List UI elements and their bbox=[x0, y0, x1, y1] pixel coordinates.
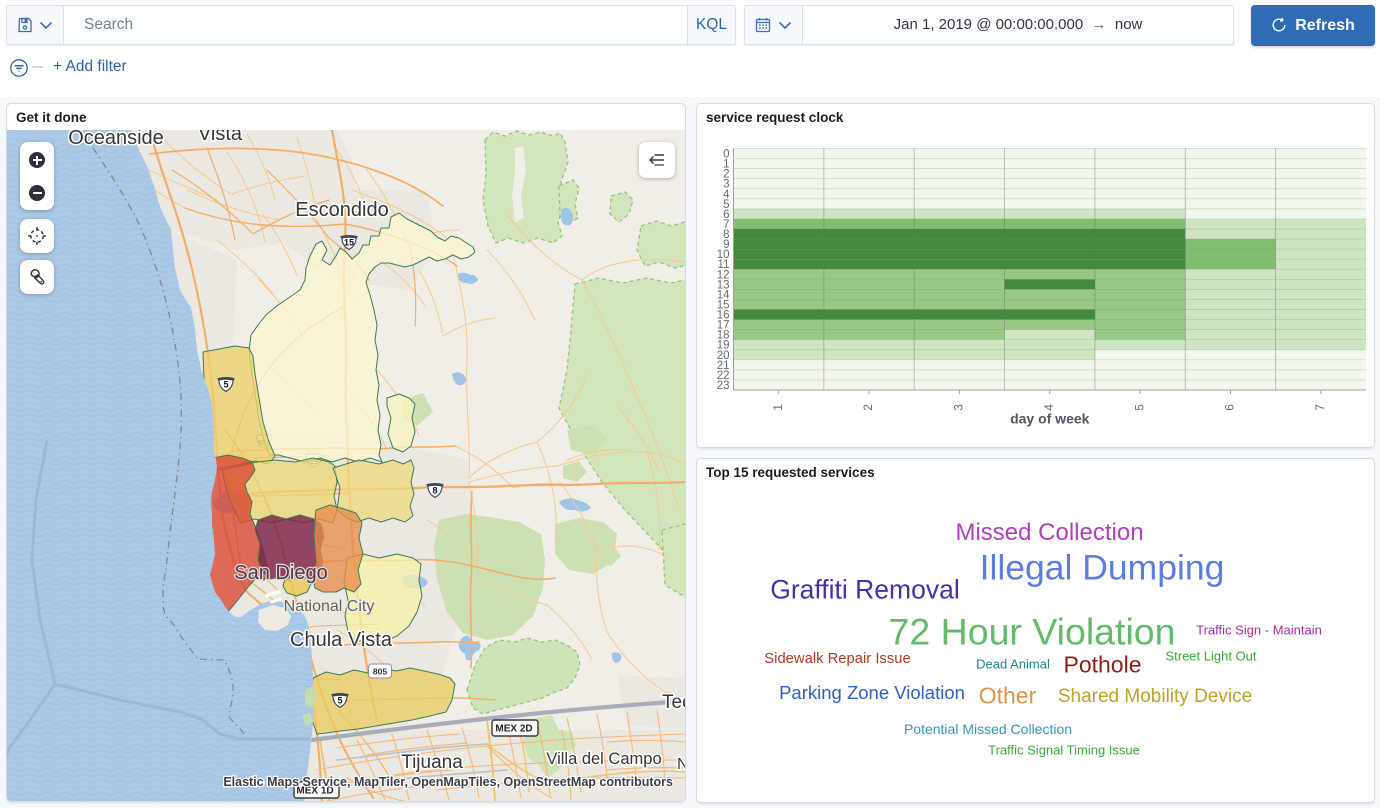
svg-text:7: 7 bbox=[1313, 404, 1327, 411]
svg-text:San Diego: San Diego bbox=[234, 562, 327, 584]
svg-text:Oceanside: Oceanside bbox=[68, 130, 164, 149]
svg-text:15: 15 bbox=[344, 238, 354, 248]
svg-text:Elastic Maps Service, MapTiler: Elastic Maps Service, MapTiler, OpenMapT… bbox=[223, 775, 673, 789]
svg-text:National City: National City bbox=[284, 598, 375, 615]
svg-text:2: 2 bbox=[861, 404, 875, 411]
svg-text:23: 23 bbox=[717, 380, 730, 392]
svg-text:5: 5 bbox=[223, 380, 228, 390]
svg-text:N: N bbox=[677, 756, 685, 773]
svg-text:Escondido: Escondido bbox=[295, 199, 388, 221]
svg-text:6: 6 bbox=[1223, 404, 1237, 411]
svg-text:MEX 2D: MEX 2D bbox=[495, 724, 532, 735]
svg-text:5: 5 bbox=[1132, 404, 1146, 411]
svg-text:805: 805 bbox=[373, 667, 387, 677]
svg-text:day of week: day of week bbox=[1010, 411, 1090, 427]
svg-text:3: 3 bbox=[952, 404, 966, 411]
svg-text:Villa del Campo: Villa del Campo bbox=[546, 750, 661, 768]
svg-text:Teca: Teca bbox=[662, 692, 685, 713]
svg-text:Vista: Vista bbox=[198, 130, 243, 145]
svg-text:5: 5 bbox=[337, 696, 342, 706]
svg-text:Chula Vista: Chula Vista bbox=[290, 629, 393, 651]
svg-text:8: 8 bbox=[432, 486, 437, 496]
svg-text:1: 1 bbox=[771, 404, 785, 411]
svg-text:Tijuana: Tijuana bbox=[401, 752, 463, 773]
